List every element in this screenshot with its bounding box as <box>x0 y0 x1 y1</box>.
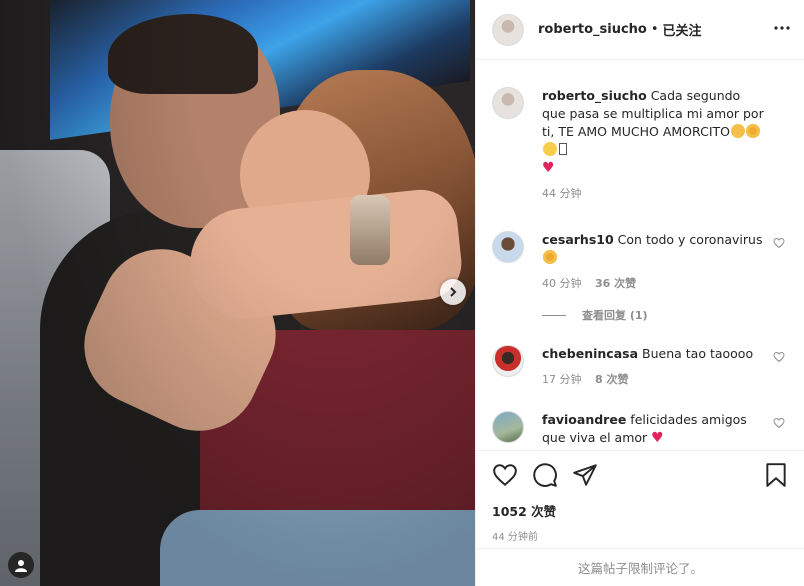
share-icon[interactable] <box>572 462 598 488</box>
avatar[interactable] <box>492 411 524 443</box>
view-replies-button[interactable]: 查看回复 (1) <box>542 307 789 323</box>
heart-icon[interactable] <box>773 237 785 249</box>
comments-list[interactable]: roberto_siucho Cada segundo que pasa se m… <box>476 61 804 449</box>
smile-emoji-icon <box>543 142 557 156</box>
likes-count[interactable]: 1052 次赞 <box>492 501 789 520</box>
comment-text: Con todo y coronavirus <box>617 232 763 247</box>
comment-text: Buena tao taoooo <box>642 346 754 361</box>
missing-glyph-icon <box>559 143 567 155</box>
next-photo-button[interactable] <box>440 279 466 305</box>
comment-username[interactable]: cesarhs10 <box>542 232 614 247</box>
avatar[interactable] <box>492 345 524 377</box>
user-tag-icon <box>15 560 27 572</box>
comment-time: 17 分钟 <box>542 373 582 386</box>
comment-likes[interactable]: 36 次赞 <box>595 277 636 290</box>
chevron-right-icon <box>450 287 457 297</box>
avatar[interactable] <box>492 13 524 46</box>
heart-icon[interactable] <box>773 351 785 363</box>
separator-dot: • <box>650 22 659 37</box>
list-item: favioandree felicidades amigos que viva e… <box>492 411 789 447</box>
caption: roberto_siucho Cada segundo que pasa se m… <box>492 87 789 203</box>
heart-icon[interactable] <box>492 462 518 488</box>
avatar[interactable] <box>492 87 524 119</box>
comment-username[interactable]: roberto_siucho <box>542 88 647 103</box>
bookmark-icon[interactable] <box>763 462 789 488</box>
post-actions: 1052 次赞 44 分钟前 <box>476 450 804 543</box>
red-heart-emoji-icon: ♥ <box>651 430 664 446</box>
caption-time: 44 分钟 <box>542 187 582 200</box>
comments-restricted-notice: 这篇帖子限制评论了。 <box>476 548 804 586</box>
comment-icon[interactable] <box>532 462 558 488</box>
comment-username[interactable]: favioandree <box>542 412 626 427</box>
kiss-emoji-icon <box>730 124 745 138</box>
post-header: roberto_siucho • 已关注 <box>476 0 804 60</box>
star-eyes-emoji-icon <box>543 250 557 264</box>
photo-vignette <box>0 0 475 586</box>
more-options-icon <box>774 26 790 30</box>
post-photo[interactable] <box>0 0 475 586</box>
red-heart-emoji-icon: ♥ <box>542 160 555 176</box>
avatar[interactable] <box>492 231 524 263</box>
more-options-button[interactable] <box>772 18 792 38</box>
post-sidebar: roberto_siucho • 已关注 roberto_siucho Cada … <box>475 0 804 586</box>
post-time[interactable]: 44 分钟前 <box>492 528 789 543</box>
list-item: cesarhs10 Con todo y coronavirus 40 分钟 36… <box>492 231 789 293</box>
view-replies-label: 查看回复 (1) <box>582 309 648 322</box>
replies-divider <box>542 314 566 316</box>
comment-time: 40 分钟 <box>542 277 582 290</box>
follow-button[interactable]: 已关注 <box>663 20 702 39</box>
heart-icon[interactable] <box>773 417 785 429</box>
username-link[interactable]: roberto_siucho <box>538 22 647 37</box>
star-eyes-emoji-icon <box>745 124 760 138</box>
comment-username[interactable]: chebenincasa <box>542 346 638 361</box>
list-item: chebenincasa Buena tao taoooo 17 分钟 8 次赞 <box>492 345 789 389</box>
tagged-user-button[interactable] <box>8 552 34 578</box>
comment-likes[interactable]: 8 次赞 <box>595 373 628 386</box>
